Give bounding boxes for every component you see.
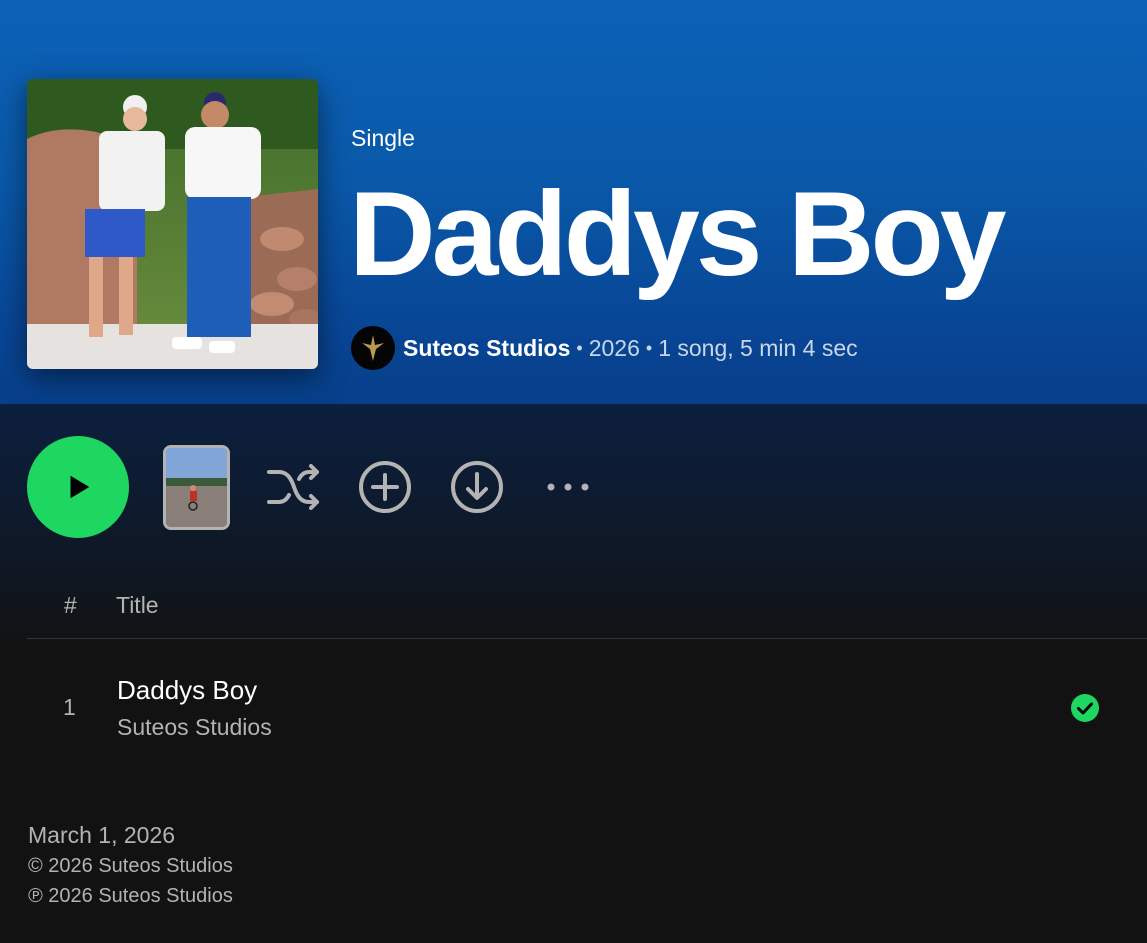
- artist-logo-icon: [362, 335, 384, 361]
- more-options-button[interactable]: [540, 470, 596, 504]
- release-date: March 1, 2026: [28, 822, 176, 848]
- saved-check-icon[interactable]: [1070, 693, 1100, 723]
- album-header: Single Daddys Boy Suteos Studios • 2026 …: [0, 0, 1147, 404]
- shuffle-icon: [267, 464, 319, 510]
- header-divider: [27, 638, 1147, 639]
- download-icon: [451, 461, 503, 513]
- track-row[interactable]: 1 Daddys Boy Suteos Studios: [27, 670, 1127, 748]
- meta-separator: •: [576, 337, 583, 358]
- artist-link[interactable]: Suteos Studios: [403, 335, 570, 362]
- download-button[interactable]: [447, 457, 507, 517]
- plus-circle-icon: [359, 461, 411, 513]
- copyright-text: © 2026 Suteos Studios: [28, 855, 233, 877]
- album-summary: 1 song, 5 min 4 sec: [658, 334, 858, 361]
- album-title: Daddys Boy: [349, 167, 1007, 301]
- column-header-title: Title: [116, 592, 159, 618]
- track-artist[interactable]: Suteos Studios: [117, 714, 272, 741]
- phonogram-copyright-text: ℗ 2026 Suteos Studios: [28, 885, 233, 907]
- more-dots-icon: [547, 483, 589, 491]
- play-icon: [70, 475, 90, 499]
- meta-separator: •: [645, 337, 653, 358]
- video-preview-thumbnail[interactable]: [163, 445, 230, 530]
- album-meta: Suteos Studios • 2026 • 1 song, 5 min 4 …: [351, 326, 858, 370]
- column-header-number: #: [64, 592, 77, 618]
- video-preview-icon: [166, 448, 227, 527]
- artist-avatar[interactable]: [351, 326, 395, 370]
- track-number: 1: [63, 694, 76, 720]
- album-cover[interactable]: [27, 79, 318, 369]
- release-type-label: Single: [351, 125, 415, 151]
- album-cover-photo-icon: [27, 79, 318, 369]
- track-title[interactable]: Daddys Boy: [117, 675, 257, 706]
- play-button[interactable]: [27, 436, 129, 538]
- shuffle-button[interactable]: [262, 457, 326, 517]
- release-year: 2026: [588, 334, 640, 361]
- add-to-library-button[interactable]: [355, 457, 415, 517]
